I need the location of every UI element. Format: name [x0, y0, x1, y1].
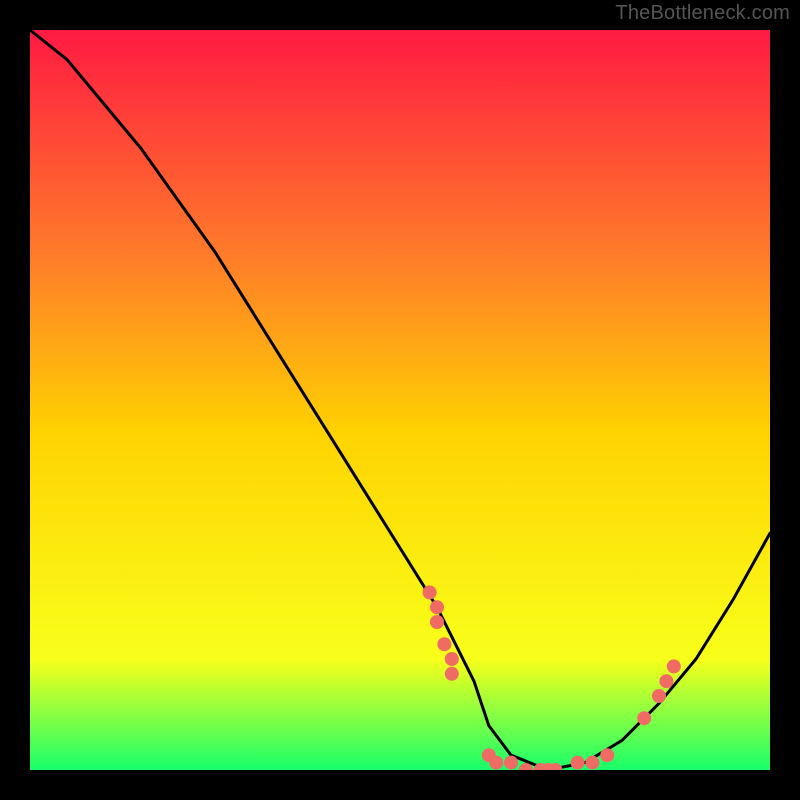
chart-plot — [30, 30, 770, 770]
data-point — [585, 756, 599, 770]
data-point — [445, 667, 459, 681]
data-point — [437, 637, 451, 651]
data-point — [504, 756, 518, 770]
data-point — [445, 652, 459, 666]
app-frame: TheBottleneck.com — [0, 0, 800, 800]
watermark-label: TheBottleneck.com — [615, 2, 790, 25]
data-point — [659, 674, 673, 688]
data-point — [423, 585, 437, 599]
data-point — [652, 689, 666, 703]
data-point — [637, 711, 651, 725]
data-point — [600, 748, 614, 762]
data-point — [430, 615, 444, 629]
data-point — [571, 756, 585, 770]
chart-svg — [30, 30, 770, 770]
gradient-background — [30, 30, 770, 770]
data-point — [430, 600, 444, 614]
data-point — [489, 756, 503, 770]
data-point — [667, 659, 681, 673]
